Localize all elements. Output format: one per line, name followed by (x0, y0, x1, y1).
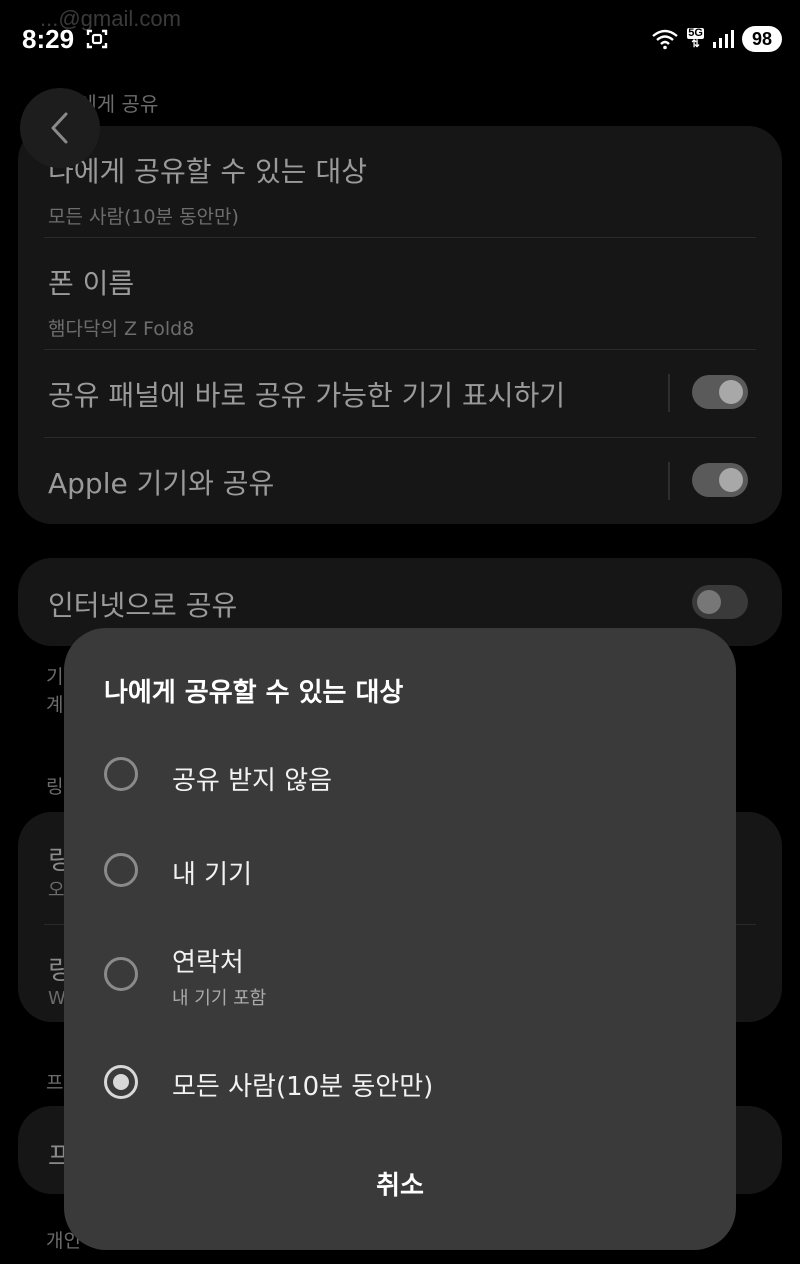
network-type-label: 5G (687, 27, 704, 39)
radio-button[interactable] (104, 853, 138, 887)
vertical-separator (668, 462, 670, 500)
signal-icon (712, 30, 734, 48)
option-my-devices[interactable]: 내 기기 (104, 830, 696, 910)
option-label: 공유 받지 않음 (172, 766, 333, 796)
divider (44, 237, 756, 238)
data-arrows-icon: ⇅ (691, 39, 700, 50)
wifi-icon (652, 29, 679, 50)
option-sublabel: 내 기기 포함 (172, 988, 267, 1009)
radio-button[interactable] (104, 757, 138, 791)
setting-title: 나에게 공유할 수 있는 대상 (48, 155, 367, 188)
peek-text: 오 (48, 880, 65, 901)
option-contacts[interactable]: 연락처 내 기기 포함 (104, 934, 696, 1014)
toggle-knob (719, 468, 743, 492)
setting-phone-name[interactable]: 폰 이름 햄다닥의 Z Fold8 (48, 262, 752, 341)
peek-text: 계 (46, 694, 64, 716)
setting-share-with-apple[interactable]: Apple 기기와 공유 (48, 462, 642, 502)
toggle-knob (719, 380, 743, 404)
status-bar: 8:29 5G ⇅ 98 (0, 0, 800, 80)
status-icons: 5G ⇅ 98 (651, 26, 782, 52)
setting-subtitle: 모든 사람(10분 동안만) (48, 206, 239, 228)
cancel-button[interactable]: 취소 (264, 1158, 536, 1214)
share-visibility-dialog: 나에게 공유할 수 있는 대상 공유 받지 않음 내 기기 연락처 내 기기 포… (64, 628, 736, 1250)
chevron-left-icon (51, 112, 68, 144)
setting-title: 폰 이름 (48, 267, 135, 300)
screen: ...@gmail.com 나에게 공유 나에게 공유할 수 있는 대상 모든 … (0, 0, 800, 1264)
toggle-show-devices[interactable] (692, 375, 748, 409)
setting-show-devices-in-share-panel[interactable]: 공유 패널에 바로 공유 가능한 기기 표시하기 (48, 374, 642, 414)
divider (44, 437, 756, 438)
dialog-title: 나에게 공유할 수 있는 대상 (104, 678, 404, 708)
radio-button-selected[interactable] (104, 1065, 138, 1099)
vertical-separator (668, 374, 670, 412)
setting-subtitle: 햄다닥의 Z Fold8 (48, 318, 195, 340)
peek-text: 링 (46, 776, 64, 798)
screen-capture-icon (86, 29, 108, 49)
battery-indicator: 98 (741, 26, 782, 52)
option-no-sharing[interactable]: 공유 받지 않음 (104, 734, 696, 814)
radio-button[interactable] (104, 957, 138, 991)
setting-title: Apple 기기와 공유 (48, 467, 275, 500)
peek-text: 프 (46, 1072, 64, 1094)
option-label: 모든 사람(10분 동안만) (172, 1072, 434, 1102)
setting-share-via-internet[interactable]: 인터넷으로 공유 (48, 584, 642, 624)
divider (44, 349, 756, 350)
option-label: 연락처 (172, 948, 244, 978)
settings-card-share: 나에게 공유할 수 있는 대상 모든 사람(10분 동안만) 폰 이름 햄다닥의… (18, 126, 782, 524)
setting-who-can-share[interactable]: 나에게 공유할 수 있는 대상 모든 사람(10분 동안만) (48, 150, 752, 229)
toggle-share-with-apple[interactable] (692, 463, 748, 497)
setting-title: 인터넷으로 공유 (48, 589, 238, 622)
setting-title: 공유 패널에 바로 공유 가능한 기기 표시하기 (48, 379, 566, 412)
peek-text: 기 (46, 666, 64, 688)
option-label: 내 기기 (172, 860, 253, 890)
back-button[interactable] (20, 88, 100, 168)
status-time: 8:29 (22, 24, 75, 54)
network-type-icon: 5G ⇅ (687, 28, 704, 50)
toggle-share-via-internet[interactable] (692, 585, 748, 619)
toggle-knob (697, 590, 721, 614)
option-everyone-10min[interactable]: 모든 사람(10분 동안만) (104, 1042, 696, 1122)
